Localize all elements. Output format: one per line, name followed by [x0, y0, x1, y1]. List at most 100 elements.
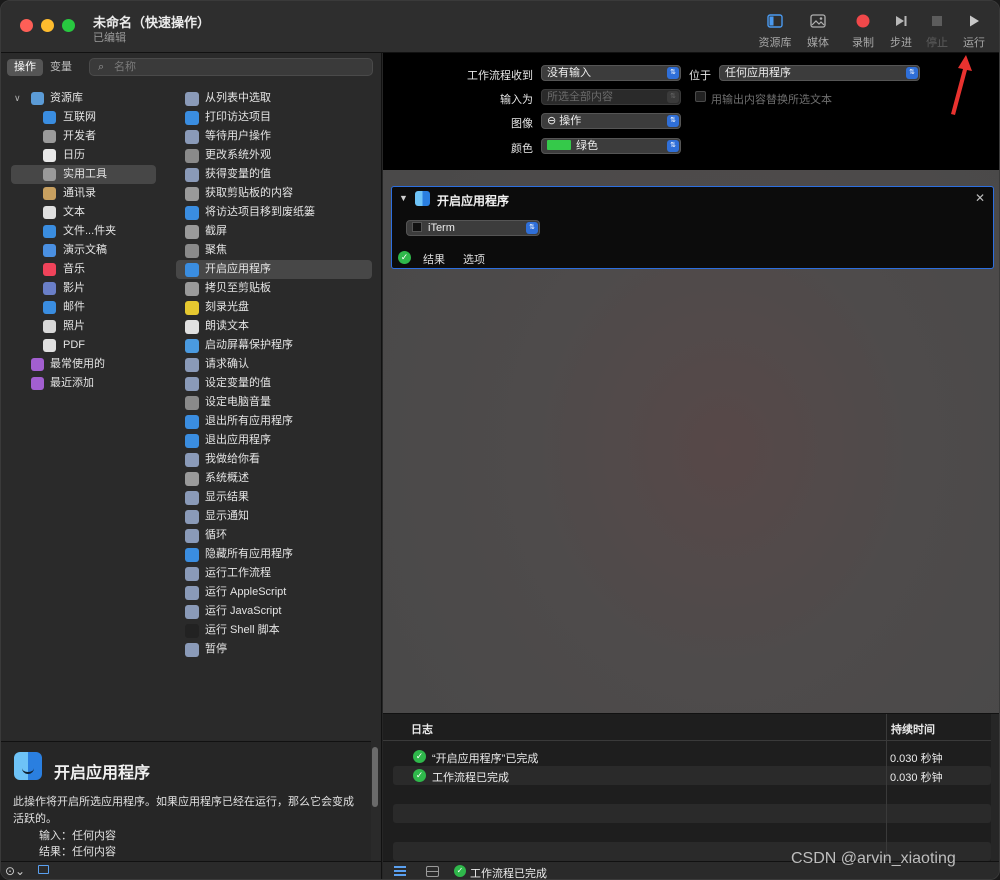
action-item-10[interactable]: 拷贝至剪贴板: [176, 279, 372, 298]
action-item-15[interactable]: 设定变量的值: [176, 374, 372, 393]
close-icon[interactable]: ✕: [975, 191, 985, 205]
action-item-29[interactable]: 暂停: [176, 640, 372, 659]
action-item-26[interactable]: 运行 AppleScript: [176, 583, 372, 602]
log-row[interactable]: ✓ “开启应用程序”已完成 0.030 秒钟: [393, 747, 991, 766]
chevron-down-icon[interactable]: ∨: [14, 89, 21, 108]
workflow-area[interactable]: 工作流程收到 没有输入 ⇅ 位于 任何应用程序 ⇅ 输入为 所选全部内容 ⇅ 用…: [383, 53, 999, 713]
action-item-5[interactable]: 获取剪贴板的内容: [176, 184, 372, 203]
sidebar-item-10[interactable]: 影片: [1, 279, 166, 298]
checkmark-icon: ✓: [413, 750, 426, 763]
action-item-25[interactable]: 运行工作流程: [176, 564, 372, 583]
record-button[interactable]: 录制: [847, 11, 879, 50]
media-button[interactable]: 媒体: [801, 11, 835, 50]
category-icon: [31, 377, 44, 390]
action-item-3[interactable]: 更改系统外观: [176, 146, 372, 165]
sidebar-item-8[interactable]: 演示文稿: [1, 241, 166, 260]
action-item-7[interactable]: 截屏: [176, 222, 372, 241]
column-divider[interactable]: [886, 714, 887, 862]
action-item-9[interactable]: 开启应用程序: [176, 260, 372, 279]
action-item-12[interactable]: 朗读文本: [176, 317, 372, 336]
sidebar-item-12[interactable]: 照片: [1, 317, 166, 336]
run-button[interactable]: 运行: [958, 11, 990, 50]
action-item-13[interactable]: 启动屏幕保护程序: [176, 336, 372, 355]
action-item-19[interactable]: 我做给你看: [176, 450, 372, 469]
sidebar-item-0[interactable]: ∨ 资源库: [1, 89, 166, 108]
action-item-11[interactable]: 刻录光盘: [176, 298, 372, 317]
action-item-8[interactable]: 聚焦: [176, 241, 372, 260]
action-item-28[interactable]: 运行 Shell 脚本: [176, 621, 372, 640]
color-popup[interactable]: 绿色 ⇅: [541, 138, 681, 154]
sidebar-item-15[interactable]: 最近添加: [1, 374, 166, 393]
action-item-27[interactable]: 运行 JavaScript: [176, 602, 372, 621]
action-icon: [185, 130, 199, 144]
sidebar-item-label: 资源库: [50, 92, 83, 104]
action-item-label: 隐藏所有应用程序: [205, 548, 293, 560]
action-icon: [185, 510, 199, 524]
options-button[interactable]: 选项: [463, 251, 485, 267]
search-input[interactable]: [114, 60, 364, 74]
log-scrollbar[interactable]: [991, 714, 999, 862]
sidebar-item-2[interactable]: 开发者: [1, 127, 166, 146]
tab-variables[interactable]: 变量: [43, 59, 79, 76]
log-column-header[interactable]: 日志: [411, 721, 433, 737]
sidebar-item-4[interactable]: 实用工具: [11, 165, 156, 184]
split-view-icon[interactable]: [426, 866, 439, 877]
action-item-label: 截屏: [205, 225, 227, 237]
sidebar-item-13[interactable]: PDF: [1, 336, 166, 355]
app-popup[interactable]: iTerm ⇅: [406, 220, 540, 236]
more-icon[interactable]: ⊙⌄: [5, 864, 25, 878]
stop-button[interactable]: 停止: [922, 11, 952, 50]
action-item-6[interactable]: 将访达项目移到废纸篓: [176, 203, 372, 222]
workflow-settings: 工作流程收到 没有输入 ⇅ 位于 任何应用程序 ⇅ 输入为 所选全部内容 ⇅ 用…: [383, 53, 999, 170]
tab-actions[interactable]: 操作: [7, 59, 43, 76]
minimize-button[interactable]: [41, 19, 54, 32]
sidebar-item-7[interactable]: 文件...件夹: [1, 222, 166, 241]
sidebar-item-6[interactable]: 文本: [1, 203, 166, 222]
input-is-popup[interactable]: 所选全部内容 ⇅: [541, 89, 681, 105]
in-popup[interactable]: 任何应用程序 ⇅: [719, 65, 920, 81]
sidebar-item-5[interactable]: 通讯录: [1, 184, 166, 203]
chevron-down-icon[interactable]: ▼: [399, 193, 408, 203]
action-icon: [185, 643, 199, 657]
action-icon: [185, 225, 199, 239]
action-item-label: 运行工作流程: [205, 567, 271, 579]
sidebar-item-1[interactable]: 互联网: [1, 108, 166, 127]
action-item-14[interactable]: 请求确认: [176, 355, 372, 374]
sidebar-item-14[interactable]: 最常使用的: [1, 355, 166, 374]
action-item-1[interactable]: 打印访达项目: [176, 108, 372, 127]
action-item-24[interactable]: 隐藏所有应用程序: [176, 545, 372, 564]
sidebar-item-label: 实用工具: [63, 168, 107, 180]
action-card-launch-app[interactable]: ▼ 开启应用程序 ✕ iTerm ⇅ ✓ 结果 选项: [391, 186, 994, 269]
action-icon: [185, 472, 199, 486]
action-item-2[interactable]: 等待用户操作: [176, 127, 372, 146]
action-item-label: 运行 JavaScript: [205, 605, 282, 617]
sidebar-item-9[interactable]: 音乐: [1, 260, 166, 279]
replace-checkbox[interactable]: [695, 91, 706, 102]
action-item-20[interactable]: 系统概述: [176, 469, 372, 488]
action-item-0[interactable]: 从列表中选取: [176, 89, 372, 108]
action-item-23[interactable]: 循环: [176, 526, 372, 545]
results-button[interactable]: 结果: [423, 251, 445, 267]
action-item-4[interactable]: 获得变量的值: [176, 165, 372, 184]
image-popup[interactable]: ⊖ 操作 ⇅: [541, 113, 681, 129]
action-item-17[interactable]: 退出所有应用程序: [176, 412, 372, 431]
action-item-18[interactable]: 退出应用程序: [176, 431, 372, 450]
search-field[interactable]: ⌕: [89, 58, 373, 76]
action-item-22[interactable]: 显示通知: [176, 507, 372, 526]
zoom-button[interactable]: [62, 19, 75, 32]
step-button[interactable]: 步进: [885, 11, 917, 50]
sidebar-item-3[interactable]: 日历: [1, 146, 166, 165]
list-view-icon[interactable]: [394, 866, 406, 876]
mail-icon[interactable]: [38, 865, 49, 874]
sidebar-item-11[interactable]: 邮件: [1, 298, 166, 317]
action-item-16[interactable]: 设定电脑音量: [176, 393, 372, 412]
duration-column-header[interactable]: 持续时间: [891, 721, 935, 737]
description-scrollbar[interactable]: [371, 743, 379, 858]
close-button[interactable]: [20, 19, 33, 32]
log-panel: 日志 持续时间 ✓ “开启应用程序”已完成 0.030 秒钟 ✓ 工作流程已完成…: [383, 713, 999, 862]
action-item-label: 朗读文本: [205, 320, 249, 332]
log-row[interactable]: ✓ 工作流程已完成 0.030 秒钟: [393, 766, 991, 785]
action-item-21[interactable]: 显示结果: [176, 488, 372, 507]
record-icon: [856, 14, 870, 28]
library-button[interactable]: 资源库: [755, 11, 795, 50]
